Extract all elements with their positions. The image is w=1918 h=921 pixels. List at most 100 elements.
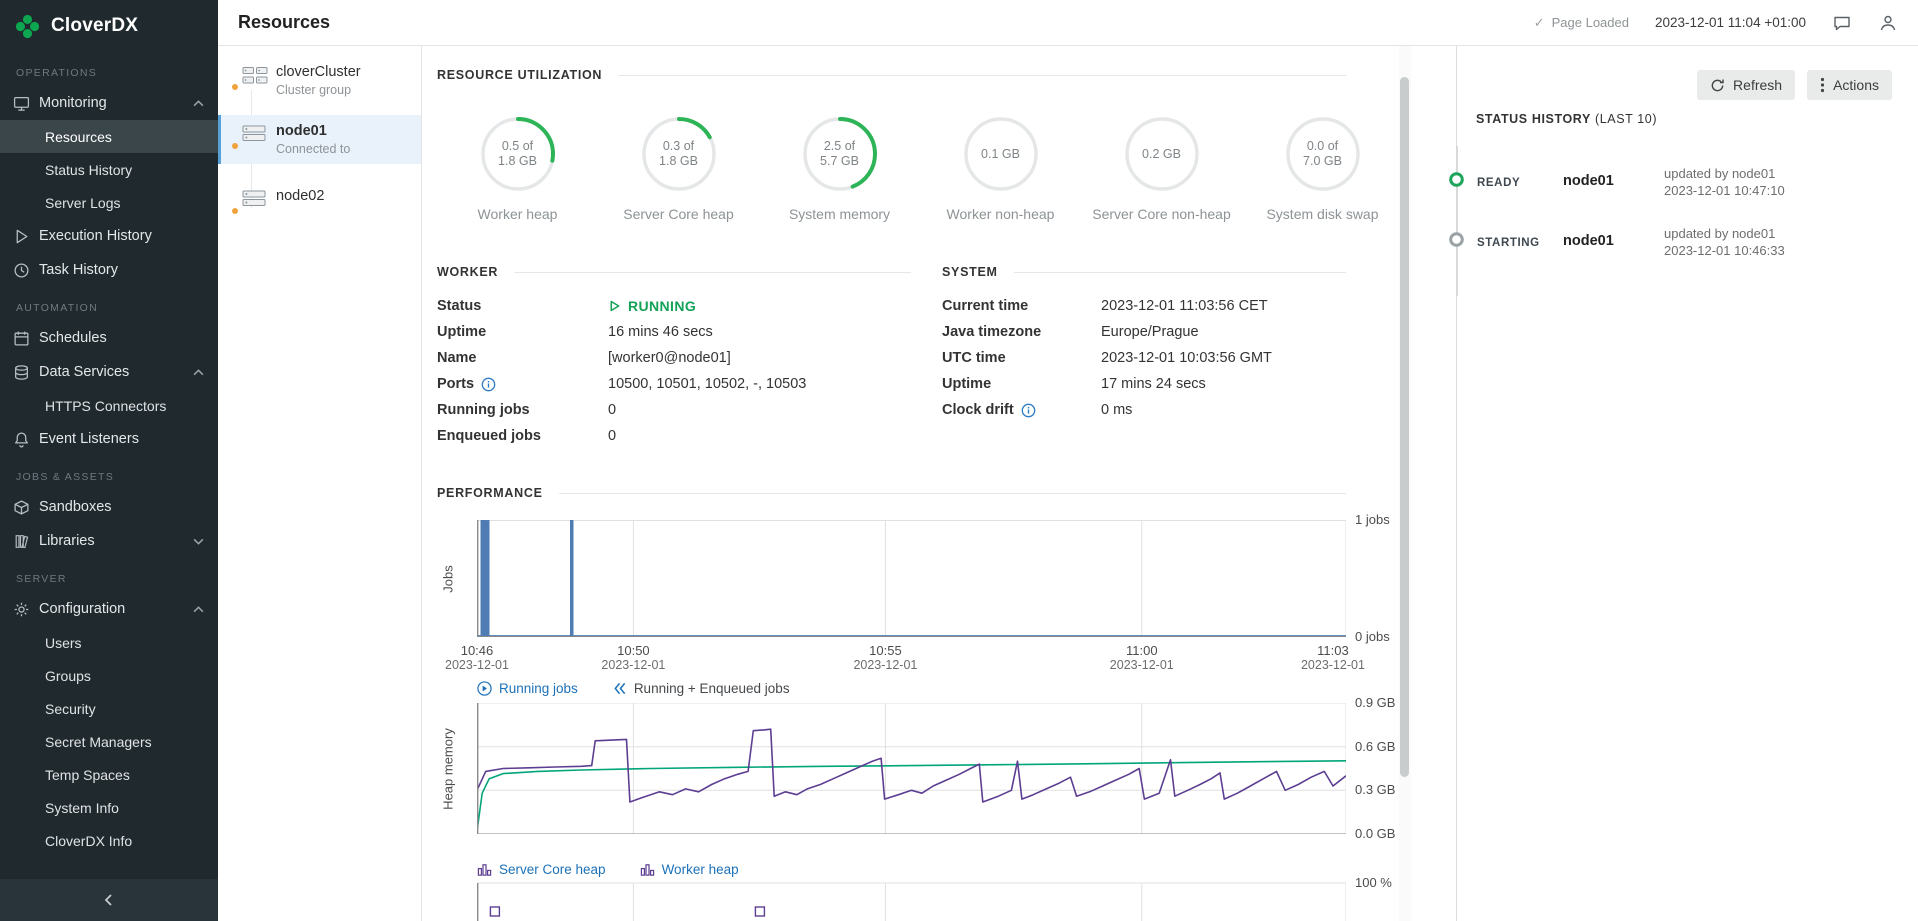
status-history-panel: Refresh Actions STATUS HISTORY (LAST 10)… <box>1456 46 1918 921</box>
sidebar-item-security[interactable]: Security <box>0 692 218 725</box>
cpu-ytick: 100 % <box>1355 875 1392 890</box>
sidebar-item-event-listeners[interactable]: Event Listeners <box>0 422 218 456</box>
kv-row-utc-time: UTC time2023-12-01 10:03:56 GMT <box>422 345 1456 371</box>
status-history-entry: READYnode01updated by node012023-12-01 1… <box>1457 164 1918 216</box>
x-tick-date: 2023-12-01 <box>432 658 522 672</box>
main-scrollbar-thumb[interactable] <box>1400 77 1409 777</box>
sidebar-item-label: Execution History <box>39 228 152 244</box>
actions-button[interactable]: Actions <box>1807 70 1892 100</box>
x-tick-time: 11:00 <box>1107 643 1177 658</box>
feedback-bubble-icon[interactable] <box>1832 13 1852 33</box>
heap-ytick: 0.6 GB <box>1355 739 1395 754</box>
event-icon <box>13 431 30 448</box>
cluster-tree-panel: cloverClusterCluster group node01 Connecte… <box>218 46 422 921</box>
updated-time: 2023-12-01 10:46:33 <box>1664 242 1785 259</box>
gauge-server-core-non-heap: 0.2 GBServer Core non-heap <box>1081 116 1242 222</box>
sidebar-item-resources[interactable]: Resources <box>0 120 218 153</box>
kv-value: 2023-12-01 11:03:56 CET <box>1101 298 1268 314</box>
x-tick-time: 11:03 <box>1298 643 1368 658</box>
cluster-group-icon <box>242 66 268 88</box>
kv-row-current-time: Current time 2023-12-01 11:03:56 CET <box>422 293 1456 319</box>
sidebar-item-label: Schedules <box>39 330 107 346</box>
tree-item-clovercluster[interactable]: cloverClusterCluster group <box>218 56 421 105</box>
sidebar-item-data-services[interactable]: Data Services <box>0 355 218 389</box>
x-tick-time: 10:46 <box>442 643 512 658</box>
tree-item-subtitle: Connected to <box>276 142 415 156</box>
play-icon <box>477 681 492 696</box>
sidebar-collapse-button[interactable] <box>0 879 218 921</box>
sidebar-item-task-history[interactable]: Task History <box>0 253 218 287</box>
worker-header: WORKER <box>437 265 911 279</box>
jobs-ytick: 1 jobs <box>1355 512 1390 527</box>
gauge-value: 2.5 of5.7 GB <box>802 116 878 192</box>
sidebar-item-configuration[interactable]: Configuration <box>0 592 218 626</box>
sidebar-item-schedules[interactable]: Schedules <box>0 321 218 355</box>
tree-items: cloverClusterCluster group node01 Connecte… <box>218 46 421 212</box>
tree-item-name: cloverCluster <box>276 64 415 80</box>
page-loaded-label: Page Loaded <box>1552 15 1629 30</box>
gauge-server-core-heap: 0.3 of1.8 GBServer Core heap <box>598 116 759 222</box>
sidebar-item-libraries[interactable]: Libraries <box>0 524 218 558</box>
x-tick-date: 2023-12-01 <box>1097 658 1187 672</box>
heap-ytick: 0.0 GB <box>1355 826 1395 841</box>
sidebar-item-temp-spaces[interactable]: Temp Spaces <box>0 758 218 791</box>
kv-label-text: Uptime <box>942 376 991 392</box>
legend-label: Running jobs <box>499 681 578 696</box>
chevron-up-icon <box>193 100 204 107</box>
jobs-chart: Jobs1 jobs0 jobs10:462023-12-0110:502023… <box>422 520 1456 730</box>
calendar-icon <box>13 330 30 347</box>
legend-running-jobs[interactable]: Running jobs <box>477 681 578 696</box>
cpu-usage-chart: 100 % <box>422 875 1456 921</box>
sidebar-item-monitoring[interactable]: Monitoring <box>0 86 218 120</box>
status-history-title-text: STATUS HISTORY <box>1476 112 1591 126</box>
kv-row-uptime: Uptime 17 mins 24 secs <box>422 371 1456 397</box>
sidebar-item-server-logs[interactable]: Server Logs <box>0 186 218 219</box>
info-icon[interactable] <box>1021 403 1036 418</box>
legend-running-enqueued-jobs[interactable]: Running + Enqueued jobs <box>612 681 790 696</box>
updated-by: updated by node01 <box>1664 225 1785 242</box>
kv-label: Java timezone <box>942 324 1041 340</box>
gauge-worker-heap: 0.5 of1.8 GBWorker heap <box>437 116 598 222</box>
gauge-value: 0.3 of1.8 GB <box>641 116 717 192</box>
page-loaded-status: ✓ Page Loaded <box>1534 15 1629 31</box>
tree-item-node01[interactable]: node01 Connected to <box>218 115 421 164</box>
refresh-button[interactable]: Refresh <box>1697 70 1795 100</box>
sidebar-item-users[interactable]: Users <box>0 626 218 659</box>
gauge-value-line: 0.3 of <box>663 139 694 154</box>
x-tick-time: 10:55 <box>850 643 920 658</box>
tree-item-node02[interactable]: node02 <box>218 180 421 212</box>
brand[interactable]: CloverDX <box>0 0 218 52</box>
jobs-axis-label: Jobs <box>441 565 456 592</box>
status-meta: updated by node012023-12-01 10:47:10 <box>1664 165 1785 199</box>
section-title: PERFORMANCE <box>437 486 543 500</box>
gauge-system-disk-swap: 0.0 of7.0 GBSystem disk swap <box>1242 116 1403 222</box>
chevron-left-icon <box>102 893 116 907</box>
heap-ytick: 0.9 GB <box>1355 695 1395 710</box>
kv-label-text: Current time <box>942 298 1028 314</box>
section-title: WORKER <box>437 265 498 279</box>
sidebar-group-label: AUTOMATION <box>0 287 218 321</box>
kv-value: 17 mins 24 secs <box>1101 376 1206 392</box>
status-starting-icon <box>1448 231 1465 248</box>
sidebar-item-groups[interactable]: Groups <box>0 659 218 692</box>
kv-label: Enqueued jobs <box>437 428 541 444</box>
sidebar-item-execution-history[interactable]: Execution History <box>0 219 218 253</box>
sidebar-item-status-history[interactable]: Status History <box>0 153 218 186</box>
sidebar-item-secret-managers[interactable]: Secret Managers <box>0 725 218 758</box>
kv-label: Current time <box>942 298 1028 314</box>
topbar: Resources ✓ Page Loaded 2023-12-01 11:04… <box>218 0 1918 46</box>
sidebar-item-label: Sandboxes <box>39 499 112 515</box>
sidebar-item-system-info[interactable]: System Info <box>0 791 218 824</box>
sidebar-item-sandboxes[interactable]: Sandboxes <box>0 490 218 524</box>
sidebar-item-cloverdx-info[interactable]: CloverDX Info <box>0 824 218 857</box>
updated-by: updated by node01 <box>1664 165 1785 182</box>
sidebar-group-label: SERVER <box>0 558 218 592</box>
tree-item-name: node01 <box>276 123 415 139</box>
sidebar-item-label: Data Services <box>39 364 129 380</box>
sidebar-item-https-connectors[interactable]: HTTPS Connectors <box>0 389 218 422</box>
user-account-icon[interactable] <box>1878 13 1898 33</box>
gauge-value: 0.1 GB <box>963 116 1039 192</box>
execution-icon <box>13 228 30 245</box>
kv-row-enqueued-jobs: Enqueued jobs0 <box>422 423 1456 449</box>
kv-label: Uptime <box>942 376 991 392</box>
